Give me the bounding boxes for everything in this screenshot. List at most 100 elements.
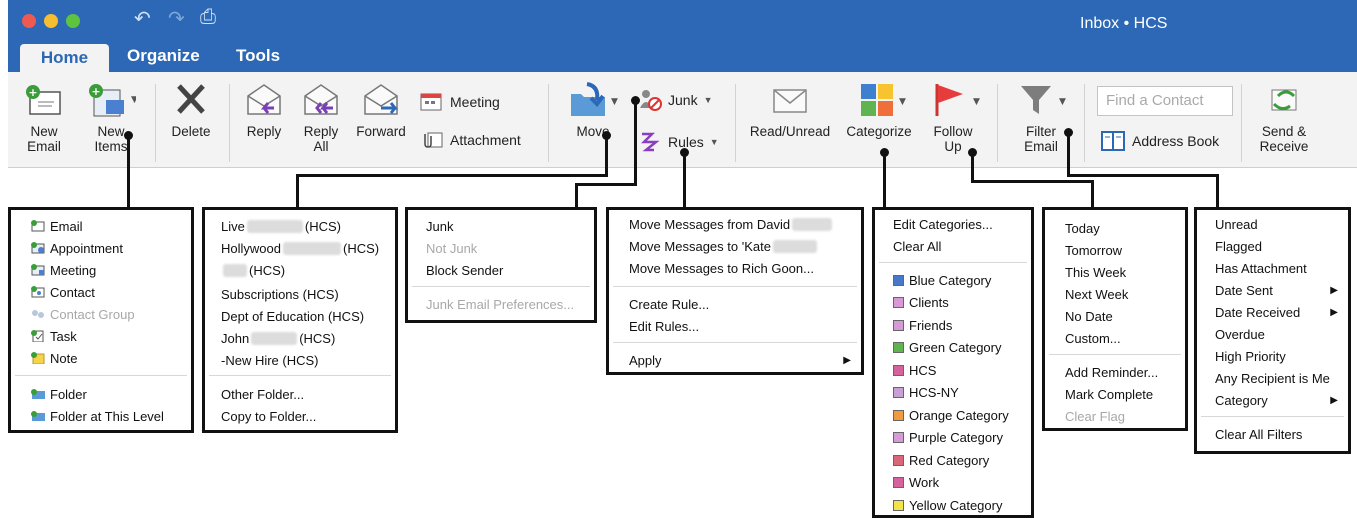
reply-button[interactable]: Reply — [240, 82, 288, 139]
category-color-swatch — [893, 454, 904, 466]
menu-item-junk[interactable]: Junk — [426, 216, 594, 236]
category-item[interactable]: HCS-NY — [893, 383, 1031, 403]
category-item[interactable]: Orange Category — [893, 405, 1031, 425]
new-email-button[interactable]: + New Email — [20, 82, 68, 154]
zoom-window-button[interactable] — [66, 14, 80, 28]
undo-icon[interactable]: ↶ — [134, 6, 151, 31]
category-item[interactable]: Green Category — [893, 338, 1031, 358]
menu-item-has-attachment[interactable]: Has Attachment — [1215, 258, 1348, 278]
submenu-arrow-icon: ▶ — [1330, 394, 1338, 406]
menu-item-any-recipient[interactable]: Any Recipient is Me — [1215, 368, 1348, 388]
menu-item-next-week[interactable]: Next Week — [1065, 284, 1185, 304]
move-target-5[interactable]: Dept of Education (HCS) — [221, 306, 395, 326]
category-item[interactable]: Blue Category — [893, 270, 1031, 290]
menu-item-note[interactable]: Note — [31, 348, 191, 368]
menu-item-date-sent[interactable]: Date Sent ▶ — [1215, 280, 1348, 300]
junk-button[interactable]: Junk ▼ — [638, 88, 713, 112]
menu-item-mark-complete[interactable]: Mark Complete — [1065, 384, 1185, 404]
menu-item-create-rule[interactable]: Create Rule... — [629, 294, 861, 314]
filter-email-button[interactable]: ▼ Filter Email — [1008, 82, 1074, 154]
tab-organize[interactable]: Organize — [127, 46, 200, 66]
menu-item-copy-to-folder[interactable]: Copy to Folder... — [221, 406, 395, 426]
menu-item-clear-flag: Clear Flag — [1065, 408, 1125, 424]
menu-item-flagged[interactable]: Flagged — [1215, 236, 1348, 256]
redacted-text — [251, 331, 298, 345]
delete-button[interactable]: Delete — [164, 82, 218, 139]
category-item[interactable]: Clients — [893, 293, 1031, 313]
menu-item-meeting[interactable]: Meeting — [31, 260, 191, 280]
menu-item-contact[interactable]: Contact — [31, 282, 191, 302]
menu-item-other-folder[interactable]: Other Folder... — [221, 384, 395, 404]
menu-item-category[interactable]: Category ▶ — [1215, 390, 1348, 410]
meeting-button[interactable]: Meeting — [420, 92, 500, 112]
find-contact-input[interactable]: Find a Contact — [1097, 86, 1233, 116]
menu-item-high-priority[interactable]: High Priority — [1215, 346, 1348, 366]
menu-item-block-sender[interactable]: Block Sender — [426, 260, 594, 280]
menu-item-label: Task — [50, 328, 77, 344]
menu-item-move-from-david[interactable]: Move Messages from David — [629, 214, 861, 234]
move-target-4[interactable]: Subscriptions (HCS) — [221, 284, 395, 304]
move-target-7[interactable]: -New Hire (HCS) — [221, 350, 395, 370]
menu-item-no-date[interactable]: No Date — [1065, 306, 1185, 326]
menu-item-not-junk: Not Junk — [426, 240, 478, 256]
ribbon-divider — [548, 84, 549, 162]
menu-item-move-to-rich[interactable]: Move Messages to Rich Goon... — [629, 258, 861, 278]
category-item[interactable]: HCS — [893, 360, 1031, 380]
menu-item-clear-all-filters[interactable]: Clear All Filters — [1215, 424, 1348, 444]
menu-item-clear-all[interactable]: Clear All — [893, 236, 1031, 256]
menu-item-custom[interactable]: Custom... — [1065, 328, 1185, 348]
menu-item-folder-at-this-level[interactable]: Folder at This Level — [31, 406, 191, 426]
redo-icon[interactable]: ↷ — [168, 6, 185, 31]
category-item[interactable]: Purple Category — [893, 428, 1031, 448]
menu-item-edit-categories[interactable]: Edit Categories... — [893, 214, 1031, 234]
menu-item-task[interactable]: Task — [31, 326, 191, 346]
menu-item-label: Folder at This Level — [50, 408, 164, 424]
menu-item-date-received[interactable]: Date Received ▶ — [1215, 302, 1348, 322]
menu-item-unread[interactable]: Unread — [1215, 214, 1348, 234]
forward-button[interactable]: Forward — [352, 82, 410, 139]
attachment-button[interactable]: Attachment — [420, 130, 521, 150]
menu-item-email[interactable]: Email — [31, 216, 191, 236]
category-item[interactable]: Yellow Category — [893, 495, 1031, 515]
move-button[interactable]: ▼ Move — [562, 82, 624, 139]
menu-item-today[interactable]: Today — [1065, 218, 1185, 238]
close-window-button[interactable] — [22, 14, 36, 28]
menu-item-label: Date Sent — [1215, 282, 1273, 298]
move-target-1[interactable]: Live (HCS) — [221, 216, 395, 236]
folder-label: John — [221, 330, 250, 346]
rules-button[interactable]: Rules ▼ — [638, 130, 719, 154]
callout-line — [1216, 174, 1219, 208]
menu-item-apply[interactable]: Apply ▶ — [629, 350, 861, 370]
address-book-button[interactable]: Address Book — [1100, 130, 1219, 152]
move-target-6[interactable]: John (HCS) — [221, 328, 395, 348]
flag-icon: ▼ — [935, 84, 980, 116]
tab-home[interactable]: Home — [20, 44, 109, 72]
menu-item-label: Contact — [50, 284, 95, 300]
menu-item-add-reminder[interactable]: Add Reminder... — [1065, 362, 1185, 382]
tab-tools[interactable]: Tools — [236, 46, 280, 66]
category-item[interactable]: Work — [893, 473, 1031, 493]
menu-item-tomorrow[interactable]: Tomorrow — [1065, 240, 1185, 260]
menu-item-move-to-kate[interactable]: Move Messages to 'Kate — [629, 236, 861, 256]
menu-item-overdue[interactable]: Overdue — [1215, 324, 1348, 344]
follow-up-button[interactable]: ▼ Follow Up — [924, 82, 982, 154]
menu-item-this-week[interactable]: This Week — [1065, 262, 1185, 282]
print-icon[interactable]: ⎙ — [200, 6, 216, 29]
categorize-button[interactable]: ▼ Categorize — [840, 82, 918, 139]
read-unread-button[interactable]: Read/Unread — [744, 82, 836, 139]
minimize-window-button[interactable] — [44, 14, 58, 28]
menu-item-appointment[interactable]: Appointment — [31, 238, 191, 258]
move-target-3[interactable]: (HCS) — [221, 260, 395, 280]
reply-all-button[interactable]: Reply All — [296, 82, 346, 154]
follow-up-label-2: Up — [944, 139, 962, 154]
send-receive-button[interactable]: Send & Receive — [1252, 82, 1316, 154]
category-item[interactable]: Friends — [893, 315, 1031, 335]
new-items-button[interactable]: + ▼ New Items — [80, 82, 142, 154]
move-target-2[interactable]: Hollywood (HCS) — [221, 238, 395, 258]
menu-item-edit-rules[interactable]: Edit Rules... — [629, 316, 861, 336]
folder-icon — [31, 410, 45, 422]
chevron-down-icon: ▼ — [709, 137, 719, 147]
category-item[interactable]: Red Category — [893, 450, 1031, 470]
callout-line — [683, 152, 686, 208]
menu-item-folder[interactable]: Folder — [31, 384, 191, 404]
